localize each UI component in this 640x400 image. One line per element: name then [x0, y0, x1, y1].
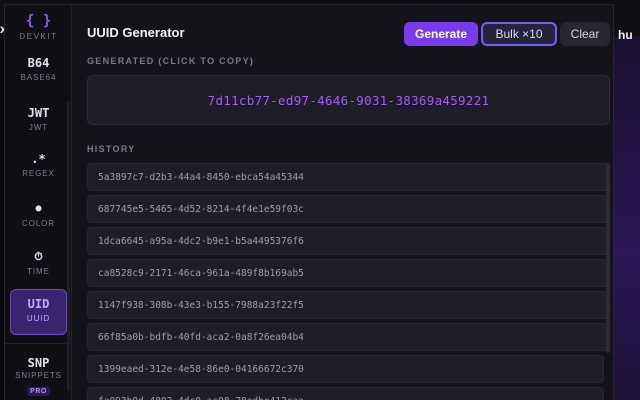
sidebar-item-jwt[interactable]: JWT JWT	[10, 99, 67, 145]
sidebar-item-label: SNIPPETS	[15, 371, 62, 380]
history-item-uuid: 1147f938-308b-43e3-b155-7988a23f22f5	[98, 299, 304, 311]
history-item[interactable]: 687745e5-5465-4d52-8214-4f4e1e59f03c	[87, 195, 608, 223]
sidebar-item-label: JWT	[28, 123, 49, 132]
braces-logo-icon: { }	[25, 13, 52, 29]
sidebar-item-uuid[interactable]: UID UUID	[10, 289, 67, 335]
history-item[interactable]: 1dca6645-a95a-4dc2-b9e1-b5a4495376f6	[87, 227, 608, 255]
history-item[interactable]: fa093b0d-4802-4dc0-ac08-78edbe412caa	[87, 387, 604, 400]
sidebar-divider	[5, 343, 72, 344]
sidebar-item-label: UUID	[26, 314, 51, 323]
stopwatch-icon: ⏱	[34, 250, 43, 263]
sidebar-item-label: REGEX	[22, 169, 55, 178]
sidebar-item-label: TIME	[27, 267, 50, 276]
base64-icon: B64	[27, 56, 50, 70]
page-title: UUID Generator	[87, 25, 185, 40]
sidebar-scrollbar[interactable]	[67, 101, 70, 391]
sidebar-item-label: BASE64	[20, 73, 57, 82]
logo: { } DEVKIT	[5, 13, 72, 41]
history-item-uuid: 1dca6645-a95a-4dc2-b9e1-b5a4495376f6	[98, 235, 304, 247]
history-item-uuid: fa093b0d-4802-4dc0-ac08-78edbe412caa	[98, 396, 304, 400]
sidebar-item-label: COLOR	[22, 219, 55, 228]
background-window-content	[614, 36, 640, 400]
logo-text: DEVKIT	[19, 32, 58, 41]
regex-icon: .*	[31, 152, 46, 166]
history-item-uuid: 1399eaed-312e-4e58-86e0-04166672c370	[98, 363, 304, 375]
sidebar-item-regex[interactable]: .* REGEX	[10, 145, 67, 191]
history-item-uuid: ca8528c9-2171-46ca-961a-489f8b169ab5	[98, 267, 304, 279]
history-section-label: HISTORY	[87, 144, 136, 154]
sidebar-item-color[interactable]: ● COLOR	[10, 195, 67, 241]
history-item[interactable]: ca8528c9-2171-46ca-961a-489f8b169ab5	[87, 259, 608, 287]
sidebar: { } DEVKIT B64 BASE64 JWT JWT .* REGEX ●…	[5, 5, 72, 400]
pro-badge: PRO	[27, 387, 50, 396]
history-item-uuid: 66f85a0b-bdfb-40fd-aca2-0a8f26ea04b4	[98, 331, 304, 343]
history-item-uuid: 687745e5-5465-4d52-8214-4f4e1e59f03c	[98, 203, 304, 215]
uuid-icon: UID	[27, 297, 50, 311]
bulk-generate-button[interactable]: Bulk ×10	[481, 22, 557, 46]
history-list: 5a3897c7-d2b3-44a4-8450-ebca54a45344 687…	[87, 163, 610, 400]
snippets-icon: SNP	[27, 356, 50, 370]
history-item[interactable]: 1147f938-308b-43e3-b155-7988a23f22f5	[87, 291, 608, 319]
sidebar-item-time[interactable]: ⏱ TIME	[10, 243, 67, 289]
color-dot-icon: ●	[35, 203, 42, 214]
history-item[interactable]: 66f85a0b-bdfb-40fd-aca2-0a8f26ea04b4	[87, 323, 608, 351]
sidebar-item-base64[interactable]: B64 BASE64	[10, 49, 67, 95]
clear-button[interactable]: Clear	[560, 22, 610, 46]
generated-uuid-box[interactable]: 7d11cb77-ed97-4646-9031-38369a459221	[87, 75, 610, 125]
jwt-icon: JWT	[27, 106, 50, 120]
history-item[interactable]: 1399eaed-312e-4e58-86e0-04166672c370	[87, 355, 604, 383]
devkit-popup: { } DEVKIT B64 BASE64 JWT JWT .* REGEX ●…	[4, 4, 614, 400]
history-item[interactable]: 5a3897c7-d2b3-44a4-8450-ebca54a45344	[87, 163, 608, 191]
uuid-generator-panel: UUID Generator Generate Bulk ×10 Clear G…	[73, 5, 614, 400]
generate-button[interactable]: Generate	[404, 22, 478, 46]
history-item-uuid: 5a3897c7-d2b3-44a4-8450-ebca54a45344	[98, 171, 304, 183]
background-window-text: hu	[618, 28, 633, 42]
history-scrollbar[interactable]	[606, 163, 610, 353]
sidebar-item-snippets[interactable]: SNP SNIPPETS PRO	[10, 351, 67, 400]
generated-section-label: GENERATED (CLICK TO COPY)	[87, 56, 255, 66]
generated-uuid-value: 7d11cb77-ed97-4646-9031-38369a459221	[207, 92, 490, 108]
